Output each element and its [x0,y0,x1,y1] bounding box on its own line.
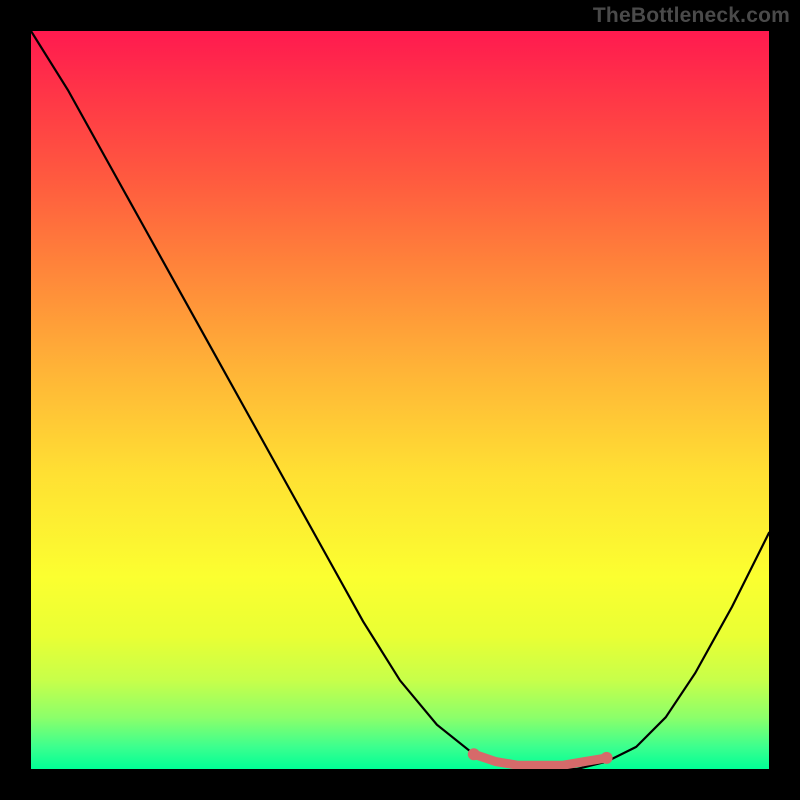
watermark-label: TheBottleneck.com [593,4,790,28]
chart-frame: TheBottleneck.com [0,0,800,800]
optimal-range-marker [31,31,769,769]
plot-area [31,31,769,769]
